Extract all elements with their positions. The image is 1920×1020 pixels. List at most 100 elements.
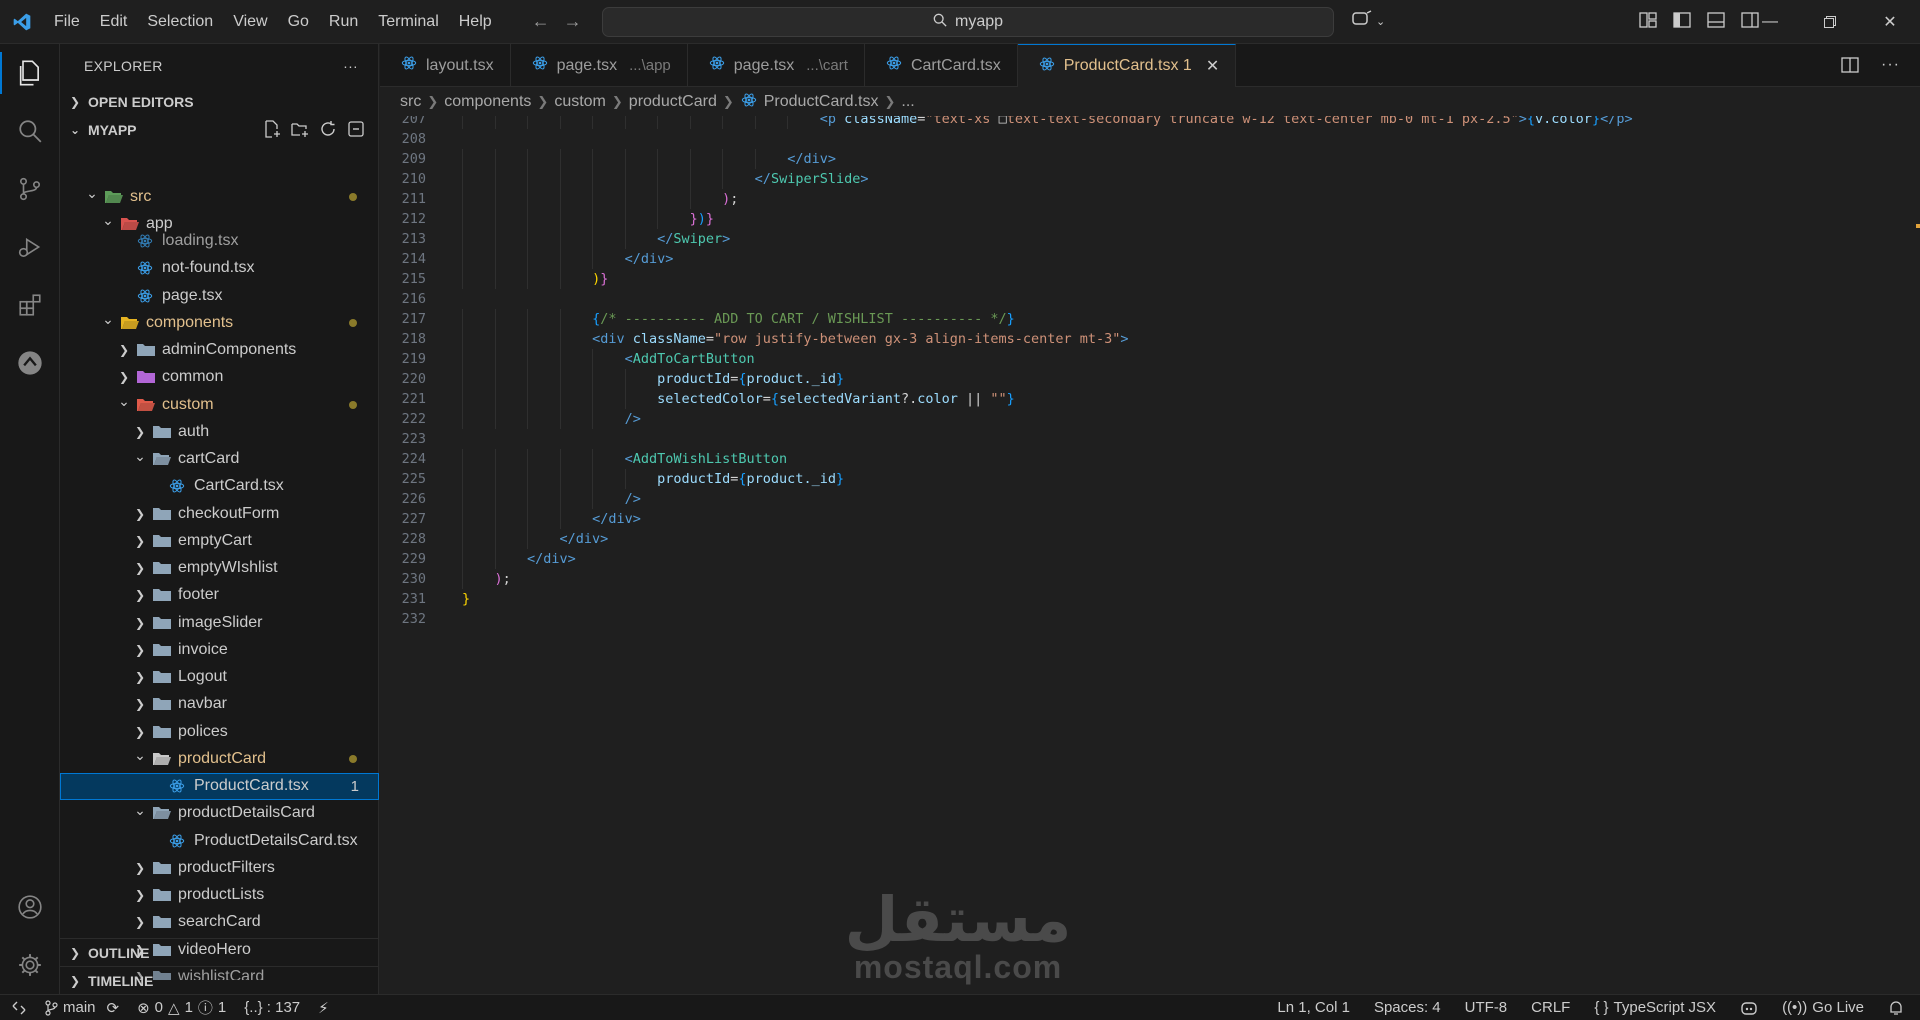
breadcrumb-item[interactable]: ProductCard.tsx	[764, 93, 879, 111]
tree-folder[interactable]: ❯ adminComponents	[60, 337, 379, 364]
breadcrumb-item[interactable]: src	[400, 93, 421, 111]
menu-item-help[interactable]: Help	[449, 0, 502, 44]
editor-tab[interactable]: layout.tsx	[380, 44, 511, 87]
run-debug-icon[interactable]	[0, 218, 60, 276]
lightning-icon[interactable]: ⚡︎	[318, 999, 329, 1017]
outline-section[interactable]: ❯ OUTLINE	[60, 938, 379, 966]
tree-folder[interactable]: ❯ navbar	[60, 691, 379, 718]
minimize-icon[interactable]: —	[1740, 0, 1800, 44]
go-live-label: Go Live	[1812, 999, 1864, 1016]
toggle-panel-icon[interactable]	[1706, 10, 1726, 30]
tree-file[interactable]: ProductDetailsCard.tsx	[60, 827, 379, 854]
indentation[interactable]: Spaces: 4	[1374, 999, 1441, 1016]
tree-file[interactable]: page.tsx	[60, 282, 379, 309]
indent-guide	[592, 209, 594, 229]
explorer-icon[interactable]	[0, 44, 60, 102]
menu-item-file[interactable]: File	[44, 0, 90, 44]
editor-tab[interactable]: page.tsx ...\app	[511, 44, 688, 87]
command-center-search[interactable]: myapp	[602, 7, 1334, 37]
tree-folder[interactable]: ❯ common	[60, 364, 379, 391]
tree-folder[interactable]: ⌄ productCard	[60, 745, 379, 772]
tree-file[interactable]: not-found.tsx	[60, 255, 379, 282]
notifications-icon[interactable]	[1888, 1000, 1904, 1016]
tree-file[interactable]: CartCard.tsx	[60, 473, 379, 500]
accounts-icon[interactable]	[0, 878, 60, 936]
breadcrumb-item[interactable]: productCard	[629, 93, 717, 111]
open-editors-section[interactable]: ❯ OPEN EDITORS	[60, 88, 379, 116]
forward-arrow-icon[interactable]: →	[564, 11, 582, 32]
editor-tab[interactable]: page.tsx ...\cart	[688, 44, 865, 87]
breadcrumb-item[interactable]: ...	[901, 93, 914, 111]
code-editor[interactable]: 207 <p className="text-xs □text-text-seco…	[380, 116, 1920, 994]
toggle-primary-sidebar-icon[interactable]	[1672, 10, 1692, 30]
code-line: 217 {/* ---------- ADD TO CART / WISHLIST…	[380, 309, 1920, 329]
tree-file[interactable]: ProductCard.tsx 1	[60, 772, 379, 800]
tree-folder[interactable]: ❯ productFilters	[60, 854, 379, 881]
search-view-icon[interactable]	[0, 102, 60, 160]
refresh-icon[interactable]	[319, 120, 337, 141]
more-actions-icon[interactable]: ···	[343, 58, 358, 74]
menu-item-selection[interactable]: Selection	[137, 0, 223, 44]
tree-folder[interactable]: ⌄ productDetailsCard	[60, 800, 379, 827]
menu-item-go[interactable]: Go	[278, 0, 319, 44]
split-editor-icon[interactable]	[1841, 56, 1859, 79]
tree-folder[interactable]: ❯ polices	[60, 718, 379, 745]
code-content: </div>	[527, 549, 576, 569]
collapse-all-icon[interactable]	[347, 120, 365, 141]
tree-folder[interactable]: ⌄ custom	[60, 391, 379, 418]
tree-folder[interactable]: ❯ auth	[60, 418, 379, 445]
language-mode[interactable]: { } TypeScript JSX	[1594, 999, 1716, 1016]
cursor-position[interactable]: Ln 1, Col 1	[1277, 999, 1350, 1016]
indent-guide	[657, 169, 659, 189]
back-arrow-icon[interactable]: ←	[532, 11, 550, 32]
remote-indicator[interactable]	[12, 1001, 26, 1015]
breadcrumb: src ❯ components ❯ custom ❯ productCard ❯ Produc…	[380, 88, 1920, 116]
settings-gear-icon[interactable]	[0, 936, 60, 994]
breadcrumb-item[interactable]: custom	[554, 93, 606, 111]
new-folder-icon[interactable]	[291, 120, 309, 141]
tree-folder[interactable]: ⌄ src	[60, 186, 379, 210]
tree-folder[interactable]: ⌄ components	[60, 309, 379, 336]
tree-file[interactable]: loading.tsx	[60, 228, 379, 255]
branch-indicator[interactable]: main ⟳	[44, 999, 119, 1017]
tree-folder[interactable]: ❯ productLists	[60, 882, 379, 909]
tree-folder[interactable]: ❯ Logout	[60, 664, 379, 691]
menu-item-run[interactable]: Run	[319, 0, 368, 44]
menu-item-terminal[interactable]: Terminal	[368, 0, 448, 44]
position-indicator[interactable]: {..} : 137	[244, 999, 300, 1016]
editor-tab[interactable]: CartCard.tsx	[865, 44, 1018, 87]
tree-folder[interactable]: ⌄ cartCard	[60, 446, 379, 473]
code-line: 229 </div>	[380, 549, 1920, 569]
extensions-icon[interactable]	[0, 276, 60, 334]
menu-item-edit[interactable]: Edit	[90, 0, 138, 44]
code-line: 211);	[380, 189, 1920, 209]
code-content: </Swiper>	[657, 229, 730, 249]
tree-folder[interactable]: ❯ invoice	[60, 636, 379, 663]
line-endings[interactable]: CRLF	[1531, 999, 1570, 1016]
tree-folder[interactable]: ❯ footer	[60, 582, 379, 609]
editor-tab[interactable]: ProductCard.tsx 1 ✕	[1017, 44, 1237, 87]
breadcrumb-item[interactable]: components	[444, 93, 531, 111]
customize-layout-icon[interactable]	[1638, 10, 1658, 30]
sync-icon[interactable]: ⟳	[107, 999, 120, 1017]
encoding[interactable]: UTF-8	[1465, 999, 1508, 1016]
tree-folder[interactable]: ❯ checkoutForm	[60, 500, 379, 527]
close-icon[interactable]: ✕	[1860, 0, 1920, 44]
menu-item-view[interactable]: View	[223, 0, 277, 44]
tree-folder[interactable]: ❯ searchCard	[60, 909, 379, 936]
problems-indicator[interactable]: ⊗ 0 △ 1 ⓘ 1	[137, 997, 226, 1018]
close-tab-icon[interactable]: ✕	[1206, 56, 1219, 76]
go-live-button[interactable]: ((•)) Go Live	[1782, 999, 1864, 1016]
tree-folder[interactable]: ❯ emptyCart	[60, 527, 379, 554]
copilot-button[interactable]: ⌄	[1352, 10, 1385, 33]
more-actions-icon[interactable]: ···	[1881, 56, 1900, 79]
source-control-icon[interactable]	[0, 160, 60, 218]
tree-folder[interactable]: ❯ imageSlider	[60, 609, 379, 636]
copilot-status-icon[interactable]	[1740, 1000, 1758, 1016]
tree-folder[interactable]: ❯ emptyWIshlist	[60, 555, 379, 582]
new-file-icon[interactable]	[263, 119, 281, 141]
project-section[interactable]: ⌄ MYAPP	[60, 116, 379, 144]
remote-explorer-icon[interactable]	[0, 334, 60, 392]
timeline-section[interactable]: ❯ TIMELINE	[60, 966, 379, 994]
restore-icon[interactable]	[1800, 0, 1860, 44]
